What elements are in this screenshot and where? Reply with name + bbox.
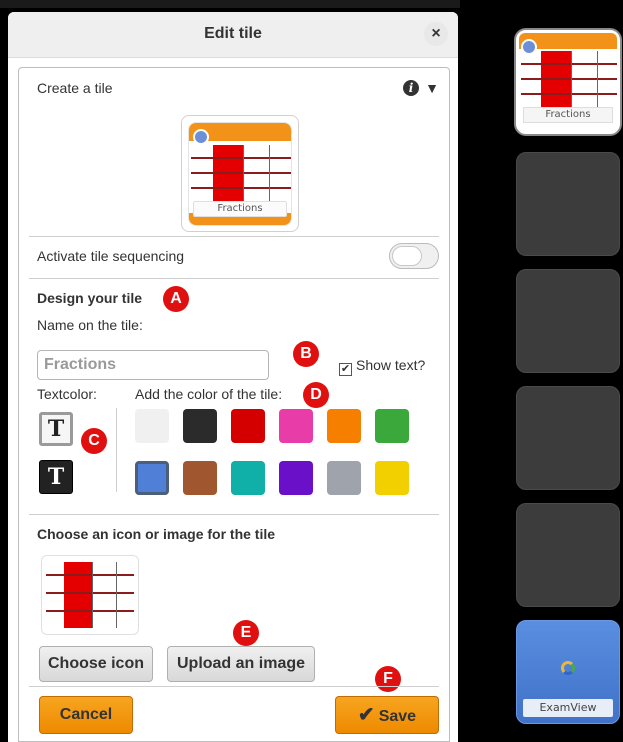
tile-color-swatch[interactable]	[231, 409, 265, 443]
sidebar-tile-label: Fractions	[523, 107, 613, 123]
examview-logo-icon	[561, 661, 575, 675]
sidebar-tile-label: ExamView	[523, 699, 613, 717]
tile-preview-label: Fractions	[193, 201, 287, 217]
annotation-marker-f: F	[375, 666, 401, 692]
tile-color-swatch[interactable]	[375, 409, 409, 443]
show-text-checkbox[interactable]: ✔ Show text?	[339, 357, 425, 376]
vertical-divider	[116, 408, 117, 492]
save-button[interactable]: ✔ Save	[335, 696, 439, 734]
table-icon	[191, 145, 291, 203]
cancel-button[interactable]: Cancel	[39, 696, 133, 734]
tile-color-swatch[interactable]	[279, 461, 313, 495]
sequencing-label: Activate tile sequencing	[37, 248, 185, 264]
tile-color-swatch[interactable]	[279, 409, 313, 443]
divider	[29, 236, 439, 237]
edit-tile-dialog: Edit tile × Create a tile i ▼ Fractions	[8, 12, 458, 742]
upload-image-button[interactable]: Upload an image	[167, 646, 315, 682]
toggle-knob	[392, 246, 422, 266]
sequence-badge-icon	[521, 39, 537, 55]
tile-color-swatch[interactable]	[135, 461, 169, 495]
sequencing-toggle[interactable]	[389, 243, 439, 269]
sidebar-tile-empty[interactable]	[516, 386, 620, 490]
tile-preview: Fractions	[181, 115, 299, 232]
tile-color-swatch[interactable]	[327, 409, 361, 443]
sidebar-tile-examview[interactable]: ExamView	[516, 620, 620, 724]
annotation-marker-a: A	[163, 286, 189, 312]
tile-color-swatch[interactable]	[375, 461, 409, 495]
icon-section-heading: Choose an icon or image for the tile	[37, 526, 276, 542]
tile-name-input[interactable]	[37, 350, 269, 380]
sidebar-tile-empty[interactable]	[516, 152, 620, 256]
close-button[interactable]: ×	[424, 22, 448, 46]
design-heading: Design your tile	[37, 290, 143, 306]
divider	[29, 686, 439, 687]
textcolor-light-text-button[interactable]: T	[39, 460, 73, 494]
tile-settings-panel: Create a tile i ▼ Fractions Activate til…	[18, 67, 450, 742]
table-icon	[46, 562, 134, 628]
show-text-label: Show text?	[356, 357, 426, 373]
annotation-marker-b: B	[293, 341, 319, 367]
annotation-marker-e: E	[233, 620, 259, 646]
tile-color-label: Add the color of the tile:	[135, 386, 283, 402]
icon-preview	[41, 555, 139, 635]
sidebar-tile-empty[interactable]	[516, 503, 620, 607]
tile-color-swatch[interactable]	[183, 409, 217, 443]
checkbox-checked-icon: ✔	[339, 363, 352, 376]
name-label: Name on the tile:	[37, 317, 143, 333]
annotation-marker-c: C	[81, 428, 107, 454]
top-strip	[0, 0, 460, 8]
collapse-caret-icon[interactable]: ▼	[425, 80, 439, 96]
textcolor-dark-text-button[interactable]: T	[39, 412, 73, 446]
table-icon	[521, 51, 617, 109]
create-tile-heading: Create a tile	[37, 80, 113, 96]
sidebar-tile-fractions[interactable]: Fractions	[516, 30, 620, 134]
tile-color-swatch[interactable]	[135, 409, 169, 443]
tile-color-swatch[interactable]	[183, 461, 217, 495]
checkmark-icon: ✔	[357, 704, 375, 726]
textcolor-label: Textcolor:	[37, 386, 97, 402]
choose-icon-button[interactable]: Choose icon	[39, 646, 153, 682]
save-label: Save	[378, 708, 417, 725]
dialog-header: Edit tile ×	[8, 12, 458, 58]
dialog-title: Edit tile	[204, 25, 262, 42]
info-icon[interactable]: i	[403, 80, 419, 96]
tile-color-swatch[interactable]	[231, 461, 265, 495]
tile-color-swatch[interactable]	[327, 461, 361, 495]
tile-preview-tile: Fractions	[188, 122, 292, 226]
divider	[29, 514, 439, 515]
annotation-marker-d: D	[303, 382, 329, 408]
sidebar-tile-empty[interactable]	[516, 269, 620, 373]
sequence-badge-icon	[193, 129, 209, 145]
divider	[29, 278, 439, 279]
